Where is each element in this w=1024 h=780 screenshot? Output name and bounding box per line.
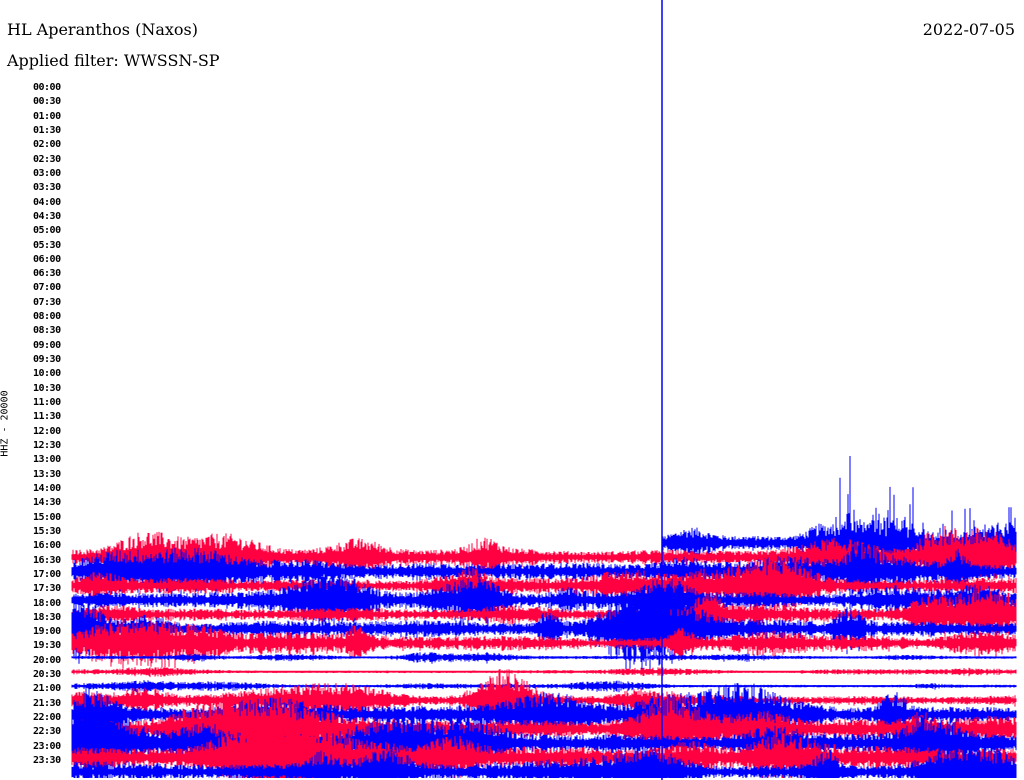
- helicorder-plot: [71, 0, 1017, 780]
- trace-row-2000: [71, 667, 1017, 678]
- trace-row-2030: [71, 680, 1017, 693]
